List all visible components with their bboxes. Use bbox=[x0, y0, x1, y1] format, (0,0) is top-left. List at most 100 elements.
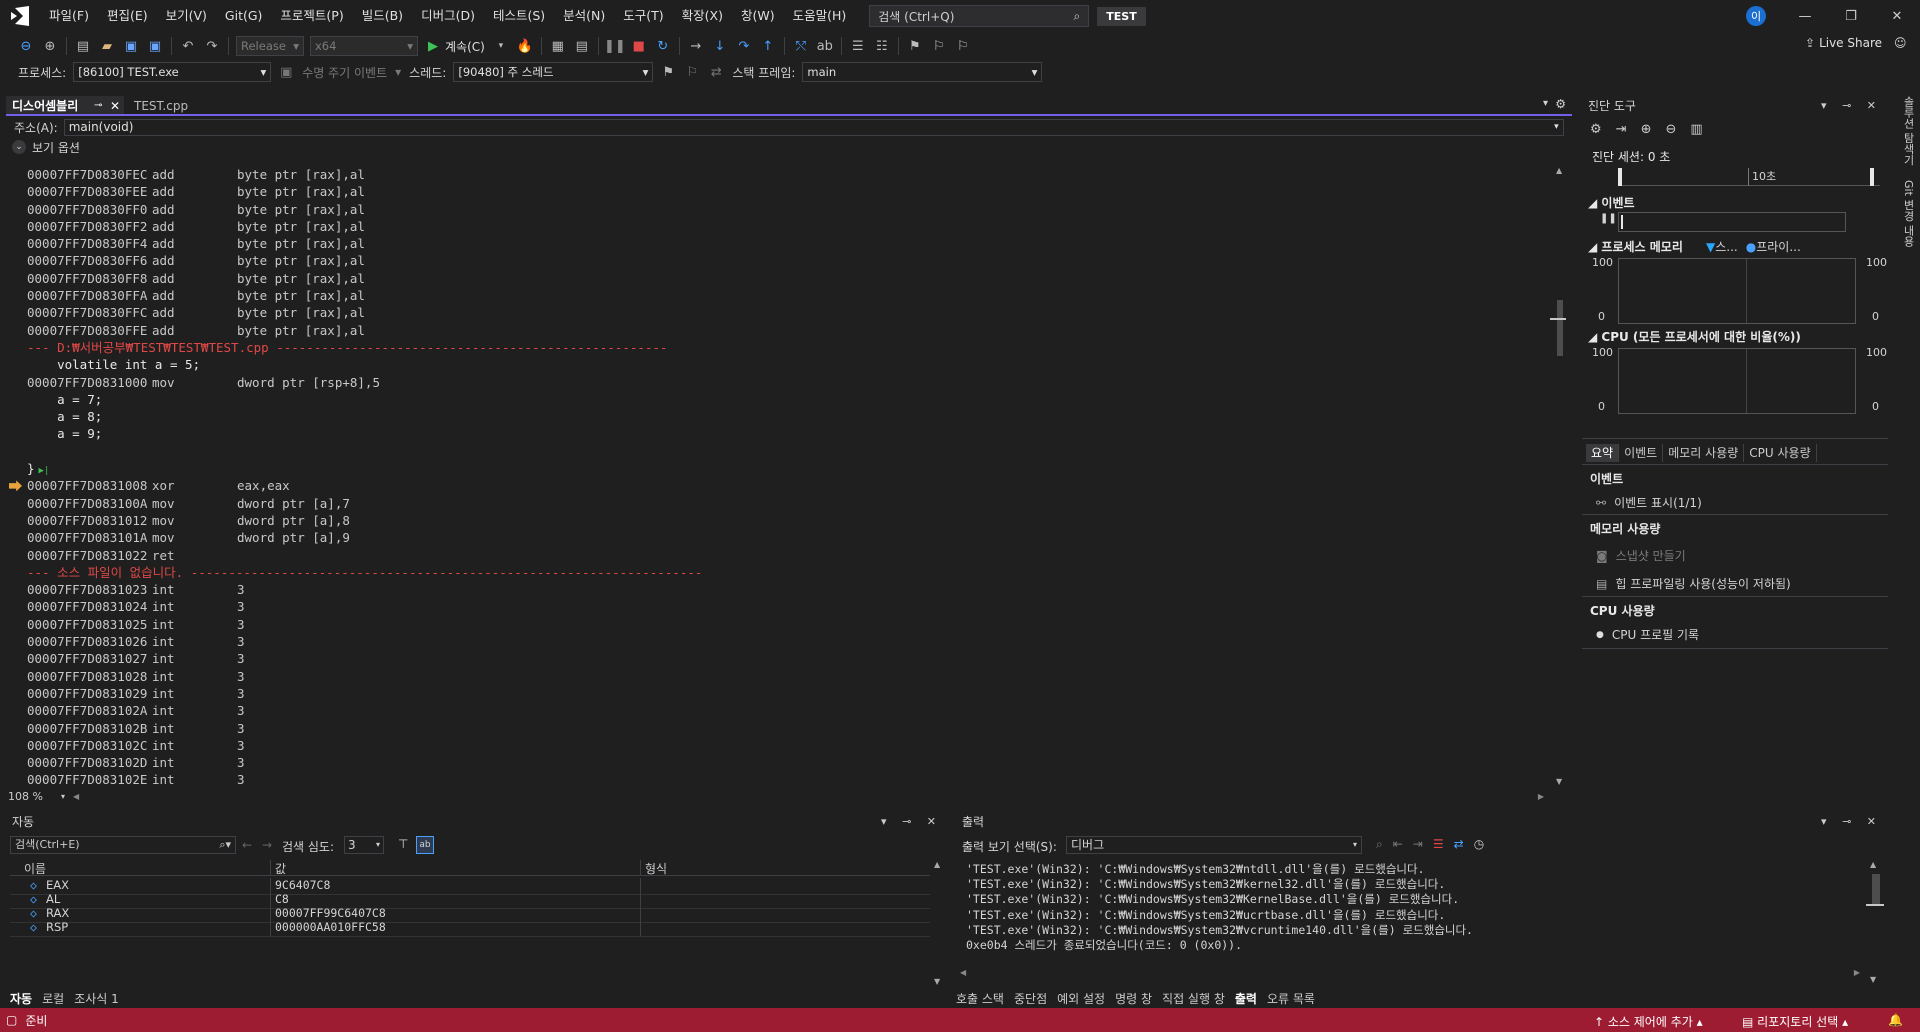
asm-line[interactable]: 00007FF7D0830FFC add byte ptr [rax],al bbox=[6, 304, 1566, 321]
asm-line[interactable]: 00007FF7D083102E int 3 bbox=[6, 771, 1566, 786]
output-hscrollbar[interactable]: ◀ ▶ bbox=[960, 968, 1860, 980]
asm-line[interactable]: 00007FF7D0831023 int 3 bbox=[6, 581, 1566, 598]
source-line[interactable]: a = 7; bbox=[6, 391, 1566, 408]
source-line[interactable] bbox=[6, 443, 1566, 460]
flag-threads-icon[interactable]: ⚐ bbox=[682, 62, 702, 82]
settings-gear-icon[interactable]: ⚙ bbox=[1555, 97, 1566, 111]
autos-tab[interactable]: 조사식 1 bbox=[74, 990, 119, 1007]
asm-line[interactable]: 00007FF7D0831027 int 3 bbox=[6, 650, 1566, 667]
panel-controls-icon[interactable]: ▾ ⊸ ✕ bbox=[1821, 96, 1882, 116]
panel-controls-icon[interactable]: ▾ ⊸ ✕ bbox=[1821, 812, 1882, 832]
open-folder-icon[interactable]: ▰ bbox=[97, 36, 117, 56]
prev-message-icon[interactable]: ⇤ bbox=[1393, 837, 1403, 852]
zoom-level[interactable]: 108 % bbox=[8, 790, 43, 803]
asm-line[interactable]: 00007FF7D0830FFA add byte ptr [rax],al bbox=[6, 287, 1566, 304]
add-to-source-control[interactable]: ↑ 소스 제어에 추가 ▴ bbox=[1594, 1013, 1703, 1030]
chevron-down-icon[interactable]: ▾ bbox=[491, 36, 511, 56]
scroll-left-icon[interactable]: ◀ bbox=[73, 792, 79, 801]
output-tab[interactable]: 호출 스택 bbox=[956, 990, 1004, 1007]
autos-scrollbar[interactable]: ▲ ▼ bbox=[934, 860, 946, 986]
scroll-right-icon[interactable]: ▶ bbox=[1538, 792, 1544, 801]
asm-line[interactable]: 00007FF7D0831012 mov dword ptr [a],8 bbox=[6, 512, 1566, 529]
asm-line[interactable]: 00007FF7D0831000 mov dword ptr [rsp+8],5 bbox=[6, 374, 1566, 391]
next-bookmark-icon[interactable]: ⚐ bbox=[953, 36, 973, 56]
menu-item[interactable]: 빌드(B) bbox=[353, 0, 412, 32]
timeline-ruler[interactable]: 10초 bbox=[1618, 168, 1880, 186]
menu-item[interactable]: 도움말(H) bbox=[784, 0, 856, 32]
menu-item[interactable]: Git(G) bbox=[216, 0, 272, 32]
autos-tab[interactable]: 로컬 bbox=[42, 990, 64, 1007]
col-value[interactable]: 값 bbox=[270, 860, 286, 876]
forward-icon[interactable]: → bbox=[262, 838, 272, 852]
memory-section-header[interactable]: ◢ 프로세스 메모리 bbox=[1588, 238, 1683, 255]
asm-line[interactable]: 00007FF7D0830FEC add byte ptr [rax],al bbox=[6, 166, 1566, 183]
spellcheck-icon[interactable]: ab bbox=[815, 36, 835, 56]
platform-select[interactable]: x64 ▾ bbox=[310, 36, 418, 56]
asm-line[interactable]: 00007FF7D0831029 int 3 bbox=[6, 685, 1566, 702]
tab-memory[interactable]: 메모리 사용량 bbox=[1663, 444, 1745, 462]
menu-item[interactable]: 확장(X) bbox=[673, 0, 732, 32]
settings-gear-icon[interactable]: ⚙ bbox=[1590, 122, 1602, 137]
asm-line[interactable]: 00007FF7D0830FF4 add byte ptr [rax],al bbox=[6, 235, 1566, 252]
show-events-link[interactable]: ⚯ 이벤트 표시(1/1) bbox=[1596, 494, 1702, 511]
source-line[interactable]: a = 9; bbox=[6, 425, 1566, 442]
step-over-icon[interactable]: ↷ bbox=[734, 36, 754, 56]
asm-line[interactable]: 00007FF7D0831026 int 3 bbox=[6, 633, 1566, 650]
events-track[interactable] bbox=[1618, 212, 1846, 232]
asm-line[interactable]: 00007FF7D0830FF0 add byte ptr [rax],al bbox=[6, 201, 1566, 218]
close-tab-icon[interactable]: ✕ bbox=[110, 96, 120, 116]
editor-vertical-scrollbar[interactable]: ▲ ▼ bbox=[1550, 166, 1566, 786]
git-changes-tab[interactable]: Git 변경 내용 bbox=[1892, 180, 1916, 247]
asm-line[interactable]: 00007FF7D0831024 int 3 bbox=[6, 598, 1566, 615]
notifications-icon[interactable]: 🔔 bbox=[1888, 1013, 1903, 1027]
zoom-out-icon[interactable]: ⊖ bbox=[1665, 122, 1676, 137]
new-project-icon[interactable]: ▤ bbox=[73, 36, 93, 56]
output-tab[interactable]: 중단점 bbox=[1014, 990, 1047, 1007]
heap-profiling-toggle[interactable]: ▤ 힙 프로파일링 사용(성능이 저하됨) bbox=[1596, 575, 1791, 592]
flag-icon[interactable]: ⚑ bbox=[658, 62, 678, 82]
cpu-section-header[interactable]: ◢ CPU (모든 프로세서에 대한 비율(%)) bbox=[1588, 328, 1801, 345]
asm-line[interactable]: 00007FF7D0831025 int 3 bbox=[6, 616, 1566, 633]
zoom-in-icon[interactable]: ⊕ bbox=[1641, 122, 1652, 137]
undo-icon[interactable]: ↶ bbox=[178, 36, 198, 56]
browse-icon[interactable]: ▦ bbox=[548, 36, 568, 56]
bookmark-icon[interactable]: ⚑ bbox=[905, 36, 925, 56]
asm-line[interactable]: 00007FF7D083101A mov dword ptr [a],9 bbox=[6, 529, 1566, 546]
continue-icon[interactable]: ▶ bbox=[423, 36, 443, 56]
panel-controls-icon[interactable]: ▾ ⊸ ✕ bbox=[881, 812, 942, 832]
feedback-icon[interactable]: ☺ bbox=[1894, 36, 1907, 50]
disassembly-view[interactable]: 00007FF7D0830FEC add byte ptr [rax],al 0000… bbox=[6, 166, 1566, 786]
uncomment-icon[interactable]: ☷ bbox=[872, 36, 892, 56]
redo-icon[interactable]: ↷ bbox=[202, 36, 222, 56]
asm-line[interactable]: 00007FF7D083102B int 3 bbox=[6, 720, 1566, 737]
cpu-chart[interactable] bbox=[1618, 348, 1856, 414]
asm-line[interactable]: 00007FF7D0830FF2 add byte ptr [rax],al bbox=[6, 218, 1566, 235]
source-line[interactable]: } ▶| bbox=[6, 460, 1566, 477]
process-select[interactable]: [86100] TEST.exe ▾ bbox=[73, 62, 272, 82]
timestamp-icon[interactable]: ◷ bbox=[1474, 837, 1484, 852]
asm-line[interactable]: 00007FF7D0830FF6 add byte ptr [rax],al bbox=[6, 252, 1566, 269]
back-icon[interactable]: ⊖ bbox=[16, 36, 36, 56]
hex-view-icon[interactable]: ab bbox=[416, 836, 434, 854]
source-line[interactable]: volatile int a = 5; bbox=[6, 356, 1566, 373]
record-cpu-profile-button[interactable]: ● CPU 프로필 기록 bbox=[1596, 626, 1699, 643]
asm-line[interactable]: 00007FF7D083102D int 3 bbox=[6, 754, 1566, 771]
vs-logo-icon[interactable] bbox=[0, 0, 40, 32]
output-tab[interactable]: 오류 목록 bbox=[1267, 990, 1315, 1007]
output-source-select[interactable]: 디버그 ▾ bbox=[1066, 836, 1362, 854]
run-to-cursor-icon[interactable]: ▶| bbox=[39, 466, 50, 476]
avatar[interactable]: 이 bbox=[1746, 6, 1766, 26]
asm-line[interactable]: 00007FF7D083102C int 3 bbox=[6, 737, 1566, 754]
output-tab[interactable]: 명령 창 bbox=[1115, 990, 1152, 1007]
menu-item[interactable]: 테스트(S) bbox=[484, 0, 554, 32]
split-icon[interactable]: ⇄ bbox=[706, 62, 726, 82]
word-wrap-icon[interactable]: ⇄ bbox=[1454, 837, 1464, 852]
events-section-header[interactable]: ◢ 이벤트 bbox=[1588, 194, 1635, 211]
pin-icon[interactable]: ⊸ bbox=[94, 96, 102, 116]
stop-icon[interactable]: ■ bbox=[629, 36, 649, 56]
find-icon[interactable]: ⌕ bbox=[1376, 837, 1383, 852]
asm-line[interactable]: 00007FF7D0830FEE add byte ptr [rax],al bbox=[6, 183, 1566, 200]
thread-select[interactable]: [90480] 주 스레드 ▾ bbox=[453, 62, 654, 82]
chart-icon[interactable]: ▥ bbox=[1690, 122, 1702, 137]
address-input[interactable]: main(void) ▾ bbox=[63, 118, 1564, 136]
